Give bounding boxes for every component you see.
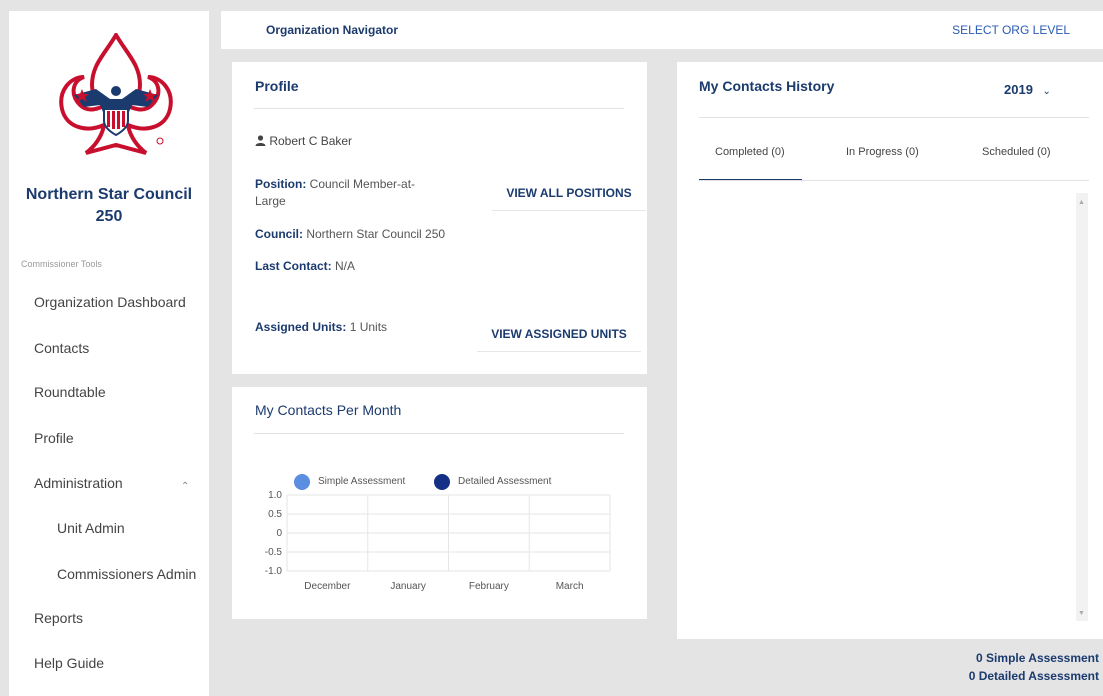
section-caption: Commissioner Tools [21, 259, 102, 269]
contacts-per-month-card: My Contacts Per Month Simple Assessment D… [232, 387, 647, 619]
council-name-line2: 250 [95, 208, 123, 225]
divider [699, 117, 1089, 118]
sidebar-item-commissioners-admin[interactable]: Commissioners Admin [57, 566, 196, 582]
detailed-assessment-count: 0 Detailed Assessment [968, 669, 1099, 683]
tab-in-progress[interactable]: In Progress (0) [846, 146, 919, 158]
contacts-history-card: My Contacts History 2019 ⌄ Completed (0)… [677, 62, 1103, 696]
sidebar-item-help-guide[interactable]: Help Guide [34, 655, 104, 671]
y-tick-label: -0.5 [265, 547, 283, 558]
organization-navigator-title: Organization Navigator [266, 23, 399, 37]
history-scrollbar[interactable]: ▲ ▼ [1076, 193, 1088, 621]
legend-label: Detailed Assessment [458, 476, 552, 487]
sidebar-item-reports[interactable]: Reports [34, 610, 83, 626]
y-tick-label: 0.5 [268, 509, 282, 520]
divider [699, 180, 1089, 181]
divider [254, 108, 624, 109]
council-label: Council: [255, 227, 303, 241]
chevron-down-icon: ⌄ [1042, 86, 1051, 97]
chevron-up-icon[interactable]: ⌃ [181, 481, 189, 492]
position-value-line2: Large [255, 194, 286, 208]
sidebar-item-administration[interactable]: Administration [34, 475, 123, 491]
y-tick-label: 1.0 [268, 490, 282, 501]
x-tick-label: February [469, 581, 509, 592]
council-name-line1: Northern Star Council [25, 186, 193, 203]
last-contact-value: N/A [335, 259, 356, 273]
assigned-units-label: Assigned Units: [255, 320, 347, 334]
assigned-units-field: Assigned Units: 1 Units [255, 319, 387, 336]
year-value: 2019 [1004, 82, 1033, 97]
history-footer: 0 Simple Assessment 0 Detailed Assessmen… [677, 639, 1103, 696]
select-org-level-button[interactable]: SELECT ORG LEVEL [952, 23, 1070, 37]
legend-marker [294, 474, 310, 490]
contacts-per-month-chart: Simple Assessment Detailed Assessment 1.0… [265, 474, 611, 592]
sidebar-item-profile[interactable]: Profile [34, 430, 74, 446]
profile-name-row: Robert C Baker [255, 133, 352, 150]
tab-scheduled[interactable]: Scheduled (0) [982, 146, 1051, 158]
profile-title: Profile [255, 78, 299, 94]
scroll-down-icon[interactable]: ▼ [1078, 610, 1085, 617]
position-label: Position: [255, 177, 307, 191]
profile-card: Profile Robert C Baker Position: Council… [232, 62, 647, 374]
bsa-logo [59, 33, 173, 155]
top-bar: Organization Navigator SELECT ORG LEVEL [221, 11, 1103, 49]
sidebar-item-contacts[interactable]: Contacts [34, 340, 89, 356]
sidebar: Northern Star Council 250 Commissioner T… [9, 11, 209, 696]
x-tick-label: December [304, 581, 351, 592]
simple-assessment-count: 0 Simple Assessment [976, 651, 1099, 665]
position-field: Position: Council Member-at- Large [255, 176, 465, 210]
view-assigned-units-button[interactable]: VIEW ASSIGNED UNITS [477, 327, 641, 352]
sidebar-item-roundtable[interactable]: Roundtable [34, 384, 106, 400]
position-value-line1: Council Member-at- [309, 177, 416, 191]
legend-marker [434, 474, 450, 490]
x-tick-label: March [556, 581, 584, 592]
sidebar-item-organization-dashboard[interactable]: Organization Dashboard [34, 294, 186, 310]
legend-label: Simple Assessment [318, 476, 405, 487]
x-tick-label: January [390, 581, 426, 592]
y-tick-label: -1.0 [265, 566, 283, 577]
year-select[interactable]: 2019 ⌄ [1004, 82, 1051, 97]
council-field: Council: Northern Star Council 250 [255, 226, 445, 243]
profile-name: Robert C Baker [269, 134, 353, 148]
last-contact-field: Last Contact: N/A [255, 258, 355, 275]
council-name: Northern Star Council 250 [9, 184, 209, 228]
assigned-units-value: 1 Units [349, 320, 388, 334]
view-all-positions-button[interactable]: VIEW ALL POSITIONS [492, 186, 646, 211]
user-icon [255, 135, 266, 146]
y-tick-label: 0 [276, 528, 282, 539]
tab-completed[interactable]: Completed (0) [715, 146, 785, 158]
contacts-history-title: My Contacts History [699, 78, 835, 94]
last-contact-label: Last Contact: [255, 259, 332, 273]
council-value: Northern Star Council 250 [306, 227, 446, 241]
scroll-up-icon[interactable]: ▲ [1078, 199, 1085, 206]
sidebar-item-unit-admin[interactable]: Unit Admin [57, 520, 125, 536]
